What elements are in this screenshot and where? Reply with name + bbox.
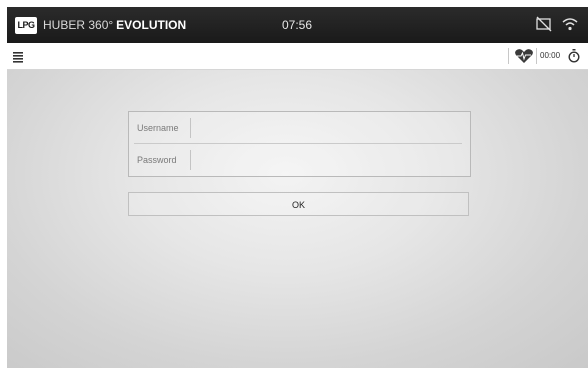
toolbar-divider: [536, 48, 537, 64]
ok-button[interactable]: OK: [128, 192, 469, 216]
no-screen-cast-icon: [535, 15, 553, 38]
heart-rate-icon[interactable]: [514, 48, 534, 69]
brand-name: HUBER 360°: [43, 18, 114, 32]
wifi-icon: [561, 15, 579, 38]
password-input[interactable]: [195, 150, 461, 170]
device-screen: LPG HUBER 360° EVOLUTION 07:56 00:00 Use…: [7, 7, 588, 368]
password-row: Password: [129, 144, 470, 176]
stopwatch-icon[interactable]: [568, 49, 580, 68]
field-divider: [190, 150, 191, 170]
login-screen: Username Password OK: [7, 70, 588, 368]
toolbar-divider: [508, 48, 509, 64]
lpg-logo: LPG: [15, 17, 37, 34]
menu-icon[interactable]: [13, 50, 23, 68]
username-input[interactable]: [195, 118, 461, 138]
app-title: HUBER 360° EVOLUTION: [43, 17, 186, 34]
username-label: Username: [137, 123, 179, 133]
status-clock: 07:56: [282, 18, 313, 32]
session-timer: 00:00: [540, 51, 561, 60]
toolbar: 00:00: [7, 43, 588, 70]
brand-product: EVOLUTION: [116, 18, 187, 32]
login-form: Username Password: [128, 111, 471, 177]
status-bar: LPG HUBER 360° EVOLUTION 07:56: [7, 7, 588, 43]
screen-frame: LPG HUBER 360° EVOLUTION 07:56 00:00 Use…: [0, 0, 588, 368]
password-label: Password: [137, 155, 177, 165]
field-divider: [190, 118, 191, 138]
username-row: Username: [129, 112, 470, 144]
